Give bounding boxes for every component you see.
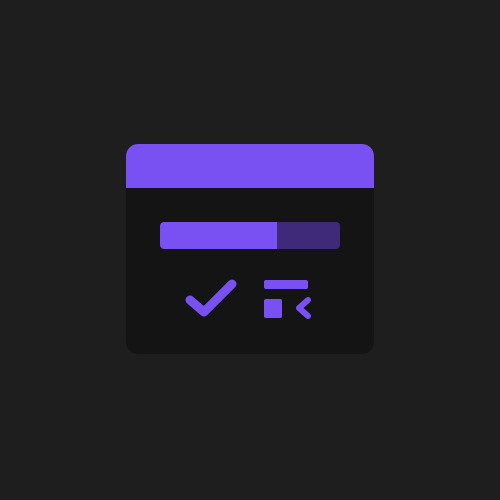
layout-icon[interactable] — [262, 278, 314, 320]
canvas — [0, 0, 500, 500]
progress-bar — [160, 222, 340, 249]
title-bar[interactable] — [126, 144, 374, 188]
progress-fill — [160, 222, 277, 249]
app-window — [126, 144, 374, 354]
check-icon[interactable] — [184, 276, 238, 320]
